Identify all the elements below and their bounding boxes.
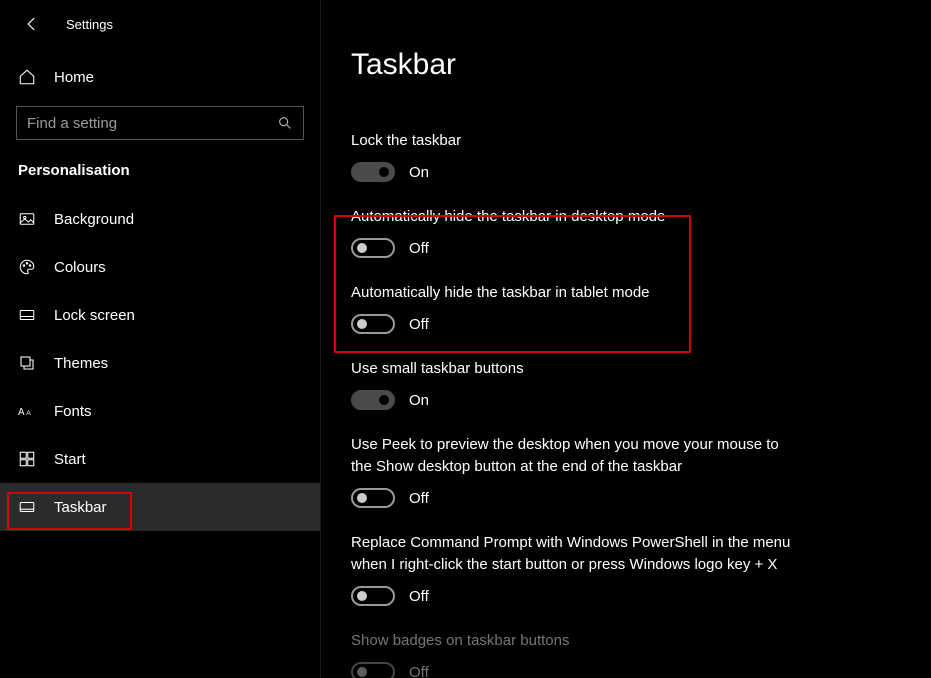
toggle-state: Off xyxy=(409,240,429,257)
home-nav[interactable]: Home xyxy=(0,62,320,92)
sidebar-item-background[interactable]: Background xyxy=(0,195,320,243)
toggle-auto-hide-desktop[interactable] xyxy=(351,238,395,258)
search-icon xyxy=(277,115,293,131)
back-button[interactable] xyxy=(22,14,42,34)
setting-badges: Show badges on taskbar buttons Off xyxy=(351,630,791,678)
sidebar-item-label: Taskbar xyxy=(54,499,107,516)
sidebar-item-label: Start xyxy=(54,451,86,468)
toggle-state: On xyxy=(409,392,429,409)
sidebar-item-taskbar[interactable]: Taskbar xyxy=(0,483,320,531)
main-panel: Taskbar Lock the taskbar On Automaticall… xyxy=(320,0,931,678)
lock-screen-icon xyxy=(18,306,36,324)
setting-label: Show badges on taskbar buttons xyxy=(351,630,791,652)
setting-auto-hide-tablet: Automatically hide the taskbar in tablet… xyxy=(351,282,791,334)
home-icon xyxy=(18,68,36,86)
toggle-lock-taskbar[interactable] xyxy=(351,162,395,182)
search-input[interactable] xyxy=(27,115,277,132)
sidebar-item-label: Lock screen xyxy=(54,307,135,324)
toggle-badges xyxy=(351,662,395,678)
toggle-auto-hide-tablet[interactable] xyxy=(351,314,395,334)
page-title: Taskbar xyxy=(351,48,931,82)
fonts-icon: AA xyxy=(18,404,36,418)
themes-icon xyxy=(18,354,36,372)
sidebar-item-fonts[interactable]: AA Fonts xyxy=(0,387,320,435)
setting-small-buttons: Use small taskbar buttons On xyxy=(351,358,791,410)
sidebar-item-label: Background xyxy=(54,211,134,228)
search-box[interactable] xyxy=(16,106,304,140)
toggle-powershell[interactable] xyxy=(351,586,395,606)
toggle-state: Off xyxy=(409,490,429,507)
toggle-small-buttons[interactable] xyxy=(351,390,395,410)
setting-peek: Use Peek to preview the desktop when you… xyxy=(351,434,791,508)
palette-icon xyxy=(18,258,36,276)
svg-text:A: A xyxy=(18,407,25,418)
app-title: Settings xyxy=(66,17,113,32)
svg-text:A: A xyxy=(26,410,31,417)
setting-label: Use small taskbar buttons xyxy=(351,358,791,380)
sidebar-item-label: Fonts xyxy=(54,403,92,420)
category-title: Personalisation xyxy=(0,158,320,195)
arrow-left-icon xyxy=(23,15,41,33)
toggle-state: On xyxy=(409,164,429,181)
toggle-state: Off xyxy=(409,664,429,678)
setting-label: Replace Command Prompt with Windows Powe… xyxy=(351,532,791,576)
sidebar-item-start[interactable]: Start xyxy=(0,435,320,483)
start-icon xyxy=(18,450,36,468)
toggle-state: Off xyxy=(409,588,429,605)
toggle-state: Off xyxy=(409,316,429,333)
sidebar-item-lock-screen[interactable]: Lock screen xyxy=(0,291,320,339)
sidebar-item-label: Colours xyxy=(54,259,106,276)
setting-label: Use Peek to preview the desktop when you… xyxy=(351,434,791,478)
sidebar-item-colours[interactable]: Colours xyxy=(0,243,320,291)
toggle-peek[interactable] xyxy=(351,488,395,508)
setting-auto-hide-desktop: Automatically hide the taskbar in deskto… xyxy=(351,206,791,258)
home-label: Home xyxy=(54,69,94,86)
setting-label: Automatically hide the taskbar in tablet… xyxy=(351,282,791,304)
setting-powershell: Replace Command Prompt with Windows Powe… xyxy=(351,532,791,606)
sidebar: Settings Home Personalisation Background… xyxy=(0,0,320,678)
taskbar-icon xyxy=(18,498,36,516)
picture-icon xyxy=(18,210,36,228)
setting-label: Lock the taskbar xyxy=(351,130,791,152)
setting-lock-taskbar: Lock the taskbar On xyxy=(351,130,791,182)
setting-label: Automatically hide the taskbar in deskto… xyxy=(351,206,791,228)
sidebar-item-label: Themes xyxy=(54,355,108,372)
sidebar-item-themes[interactable]: Themes xyxy=(0,339,320,387)
